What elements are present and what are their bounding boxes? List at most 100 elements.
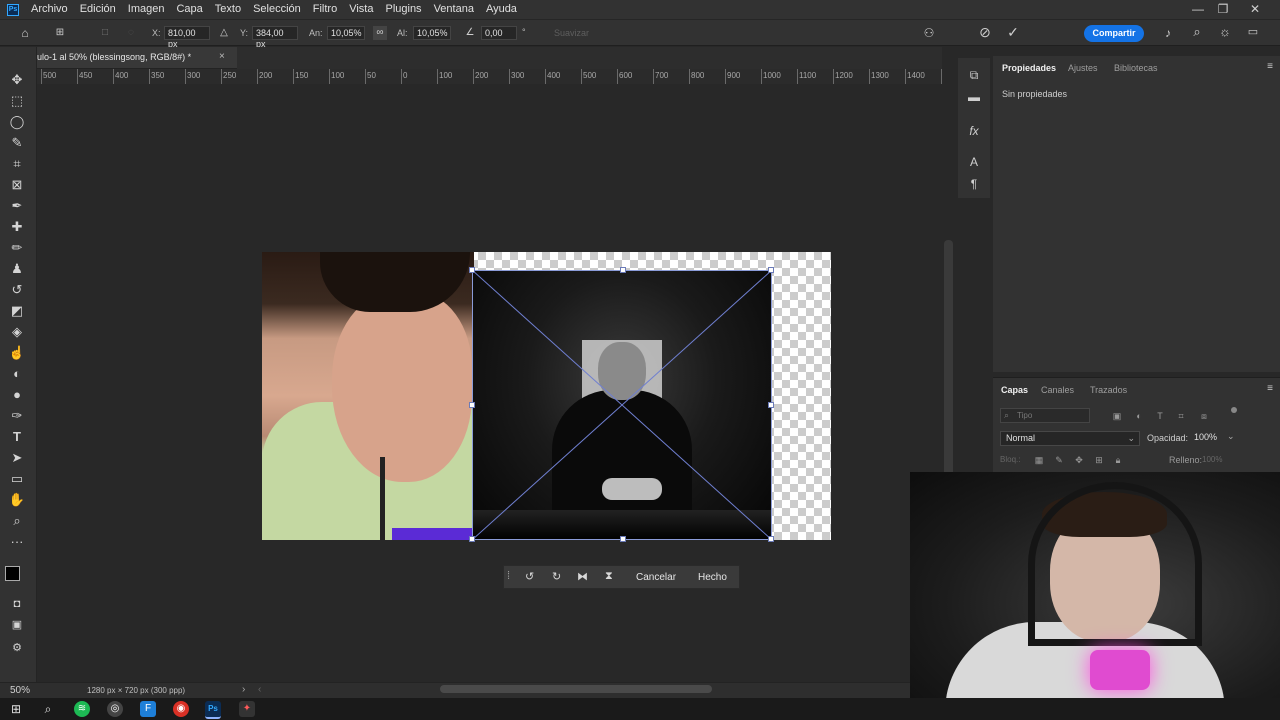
edit-toolbar-icon[interactable]: ⚙ [8,639,26,657]
menu-vista[interactable]: Vista [343,0,379,19]
burn-tool-icon[interactable]: ● [8,386,26,404]
commit-transform-icon[interactable]: ✓ [1004,25,1022,39]
restore-button[interactable]: ❐ [1208,0,1238,19]
file-app-icon[interactable]: F [140,701,156,717]
spotify-icon[interactable]: ≋ [74,701,90,717]
pen-tool-icon[interactable]: ✑ [8,407,26,425]
smudge-tool-icon[interactable]: ☝ [8,344,26,362]
menu-imagen[interactable]: Imagen [122,0,171,19]
type-tool-icon[interactable]: T [8,428,26,446]
marquee-tool-icon[interactable]: ⬚ [8,92,26,110]
lock-position-icon[interactable]: ✥ [1073,453,1085,467]
lasso-tool-icon[interactable]: ◯ [8,113,26,131]
flip-vertical-icon[interactable]: ⧗ [605,570,613,583]
transform-handle-right[interactable] [768,402,774,408]
healing-brush-tool-icon[interactable]: ✚ [8,218,26,236]
windows-start-icon[interactable]: ⊞ [8,701,24,717]
smooth-option[interactable]: Suavizar [554,28,589,38]
document-info[interactable]: 1280 px × 720 px (300 ppp) [87,686,185,695]
filter-pixel-icon[interactable]: ▣ [1111,409,1123,423]
tab-properties[interactable]: Propiedades [1002,63,1056,73]
menu-plugins[interactable]: Plugins [379,0,427,19]
menu-ayuda[interactable]: Ayuda [480,0,523,19]
filter-type-icon[interactable]: T [1154,409,1166,423]
tab-libraries[interactable]: Bibliotecas [1114,63,1158,73]
opacity-field[interactable]: 100% [1194,432,1224,445]
share-button[interactable]: Compartir [1084,25,1144,42]
clone-stamp-tool-icon[interactable]: ♟ [8,260,26,278]
history-panel-icon[interactable]: ⧉ [966,68,982,82]
document-tab[interactable]: ulo-1 al 50% (blessingsong, RGB/8#) * × [37,47,237,69]
transform-handle-top-right[interactable] [768,267,774,273]
eyedropper-tool-icon[interactable]: ✒ [8,197,26,215]
path-selection-tool-icon[interactable]: ➤ [8,449,26,467]
paint-bucket-tool-icon[interactable]: ◈ [8,323,26,341]
opacity-chevron-icon[interactable]: ⌄ [1227,431,1235,442]
transform-handle-bottom[interactable] [620,536,626,542]
panel-menu-icon[interactable]: ≡ [1263,60,1277,74]
y-position-field[interactable]: 384,00 px [252,26,298,49]
tab-paths[interactable]: Trazados [1090,385,1127,395]
move-tool-icon[interactable]: ✥ [8,71,26,89]
link-icon[interactable]: ∞ [373,26,387,40]
comments-panel-icon[interactable]: ▬ [966,90,982,104]
menu-seleccion[interactable]: Selección [247,0,307,19]
status-expand-icon[interactable]: › [242,684,245,695]
blend-mode-select[interactable]: Normal ⌄ [1000,431,1140,446]
horizontal-scrollbar-thumb[interactable] [440,685,712,693]
move-tool-preset-icon[interactable]: ⊞ [52,26,68,40]
lock-all-icon[interactable]: 🔒︎ [1112,453,1124,467]
lock-transparency-icon[interactable]: ▦ [1033,453,1045,467]
styles-panel-icon[interactable]: fx [966,124,982,138]
hand-tool-icon[interactable]: ✋ [8,491,26,509]
warp-mode-icon[interactable]: ⚇ [920,26,938,40]
transform-handle-top[interactable] [620,267,626,273]
reference-point-toggle-icon[interactable]: ◌ [124,26,138,40]
photoshop-taskbar-icon[interactable]: Ps [205,701,221,719]
cancel-button[interactable]: Cancelar [636,572,676,583]
paragraph-panel-icon[interactable]: ¶ [966,177,982,191]
taskbar-search-icon[interactable]: ⌕ [40,701,56,717]
rotate-right-icon[interactable]: ↻ [552,570,561,583]
search-icon[interactable]: ⌕ [1188,25,1206,39]
close-document-icon[interactable]: × [219,51,225,62]
steam-icon[interactable]: ◎ [107,701,123,717]
more-tools-icon[interactable]: ··· [8,533,26,551]
lock-artboard-icon[interactable]: ⊞ [1093,453,1105,467]
character-panel-icon[interactable]: A [966,155,982,169]
menu-ventana[interactable]: Ventana [428,0,480,19]
transform-handle-bottom-left[interactable] [469,536,475,542]
layer-search-field[interactable]: ⌕ Tipo [1000,408,1090,423]
x-position-field[interactable]: 810,00 px [164,26,210,49]
workspace-icon[interactable]: ▭ [1244,25,1262,39]
scroll-left-icon[interactable]: ‹ [258,684,261,695]
angle-field[interactable]: 0,00 [481,26,517,40]
brush-tool-icon[interactable]: ✏ [8,239,26,257]
cancel-transform-icon[interactable]: ⊘ [976,25,994,39]
notifications-icon[interactable]: ♪ [1159,26,1177,40]
close-window-button[interactable]: ✕ [1240,0,1270,19]
chrome-icon[interactable]: ◉ [173,701,189,717]
done-button[interactable]: Hecho [698,572,727,583]
free-transform-box[interactable] [469,267,774,542]
drag-grip-icon[interactable]: ⁞ [507,570,510,582]
width-field[interactable]: 10,05% [327,26,365,40]
eraser-tool-icon[interactable]: ◩ [8,302,26,320]
transform-handle-left[interactable] [469,402,475,408]
history-brush-tool-icon[interactable]: ↺ [8,281,26,299]
screen-mode-icon[interactable]: ▣ [8,616,26,634]
transform-handle-top-left[interactable] [469,267,475,273]
frame-tool-icon[interactable]: ⊠ [8,176,26,194]
rotate-left-icon[interactable]: ↺ [525,570,534,583]
flip-horizontal-icon[interactable]: ⧓ [577,570,588,583]
tab-adjustments[interactable]: Ajustes [1068,63,1098,73]
crop-tool-icon[interactable]: ⌗ [8,155,26,173]
fill-field[interactable]: 100% [1202,455,1222,464]
menu-texto[interactable]: Texto [209,0,247,19]
home-icon[interactable]: ⌂ [17,26,33,40]
filter-shape-icon[interactable]: ⌗ [1175,409,1187,423]
menu-capa[interactable]: Capa [170,0,208,19]
foreground-color-swatch[interactable] [5,566,20,581]
filter-smart-object-icon[interactable]: ⧈ [1198,409,1210,423]
zoom-tool-icon[interactable]: ⌕ [8,512,26,530]
